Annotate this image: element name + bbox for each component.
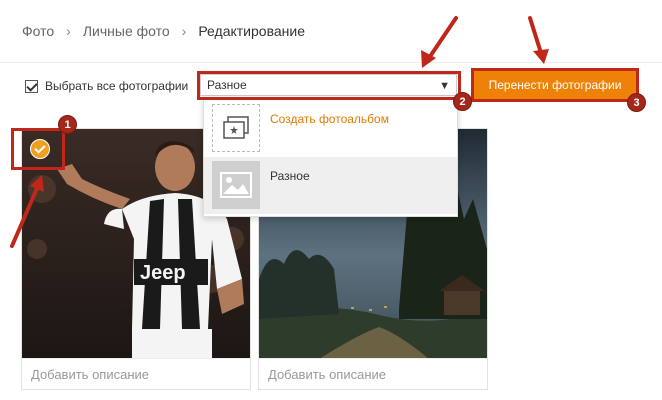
- menu-item-misc-album-label: Разное: [270, 169, 310, 183]
- annotation-highlight-move-button: [471, 68, 639, 102]
- select-all-label[interactable]: Выбрать все фотографии: [45, 79, 188, 93]
- menu-item-misc-album[interactable]: Разное: [204, 157, 457, 214]
- menu-item-create-album-label: Создать фотоальбом: [270, 112, 389, 126]
- album-cover-icon: [212, 161, 260, 209]
- select-all-checkbox[interactable]: [25, 79, 38, 93]
- header-divider: [0, 62, 662, 63]
- create-album-icon: [212, 104, 260, 152]
- arrow-to-dropdown: [427, 16, 458, 60]
- add-description-field[interactable]: Добавить описание: [259, 358, 487, 389]
- breadcrumb-chevron-icon: ›: [181, 23, 187, 39]
- breadcrumb-chevron-icon: ›: [66, 23, 71, 39]
- breadcrumb-current-page: Редактирование: [198, 23, 305, 39]
- select-all-control[interactable]: Выбрать все фотографии: [25, 76, 188, 96]
- annotation-highlight-checkmark: [11, 128, 65, 170]
- svg-text:Jeep: Jeep: [140, 262, 186, 284]
- arrow-to-move-button: [528, 16, 543, 55]
- annotation-badge-2: 2: [453, 92, 472, 111]
- breadcrumb-photo-link[interactable]: Фото: [22, 23, 54, 39]
- add-description-field[interactable]: Добавить описание: [22, 358, 250, 389]
- breadcrumb-personal-photos-link[interactable]: Личные фото: [83, 23, 170, 39]
- annotation-highlight-dropdown: [197, 71, 461, 100]
- annotation-badge-1: 1: [58, 115, 77, 134]
- menu-item-create-album[interactable]: Создать фотоальбом: [204, 100, 457, 157]
- album-dropdown-menu: Создать фотоальбом Разное: [203, 97, 458, 217]
- breadcrumb: Фото › Личные фото › Редактирование: [22, 23, 305, 39]
- annotation-badge-3: 3: [627, 93, 646, 112]
